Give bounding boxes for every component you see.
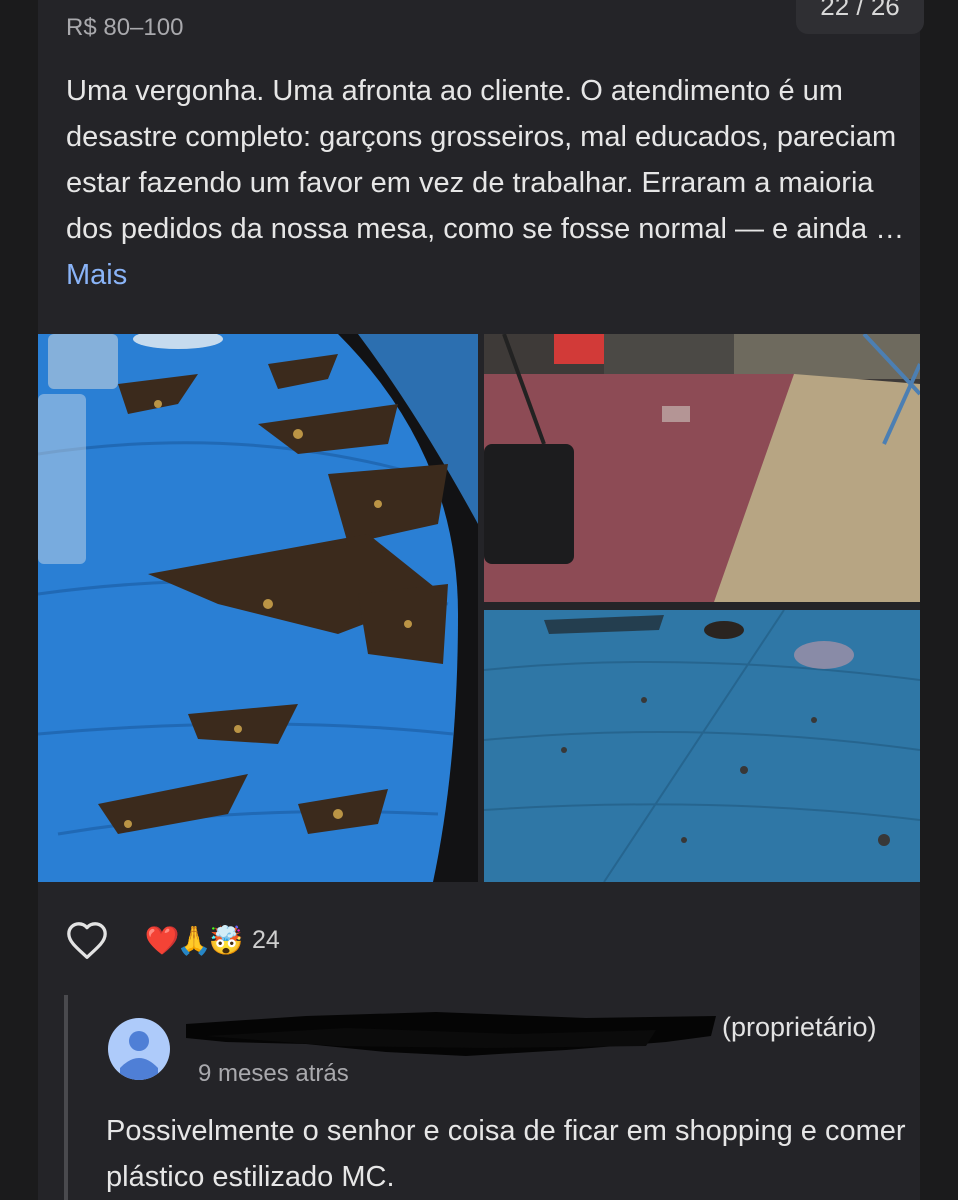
owner-name-label: (proprietário) [722, 1012, 877, 1043]
price-range: R$ 80–100 [66, 14, 184, 41]
review-photo-floor[interactable] [484, 334, 920, 602]
floor-photo-image [484, 334, 920, 602]
redacted-owner-name [186, 1012, 716, 1056]
review-photo-table[interactable] [38, 334, 478, 882]
person-icon [120, 1031, 158, 1080]
praying-hands-emoji-icon: 🙏 [176, 924, 212, 956]
reply-timestamp: 9 meses atrás [198, 1060, 349, 1087]
heart-outline-icon [67, 922, 107, 959]
owner-avatar[interactable] [108, 1018, 170, 1080]
review-body: Uma vergonha. Uma afronta ao cliente. O … [66, 75, 905, 245]
owner-name-suffix: (proprietário) [722, 1012, 877, 1042]
more-link[interactable]: Mais [66, 259, 127, 291]
reaction-count: 24 [252, 925, 280, 954]
exploding-head-emoji-icon: 🤯 [208, 924, 244, 956]
photo-counter: 22 / 26 [796, 0, 924, 34]
review-text: Uma vergonha. Uma afronta ao cliente. O … [66, 68, 906, 298]
surface-photo-image [484, 610, 920, 882]
owner-reply-text: Possivelmente o senhor e coisa de ficar … [106, 1115, 906, 1193]
review-photo-surface[interactable] [484, 610, 920, 882]
like-button[interactable] [64, 917, 110, 963]
heart-emoji-icon: ❤️ [144, 924, 180, 956]
table-photo-image [38, 334, 478, 882]
review-actions: ❤️ 🙏 🤯 24 [64, 915, 280, 965]
reply-indent-bar [64, 995, 68, 1200]
reactions-summary[interactable]: ❤️ 🙏 🤯 24 [144, 923, 280, 957]
